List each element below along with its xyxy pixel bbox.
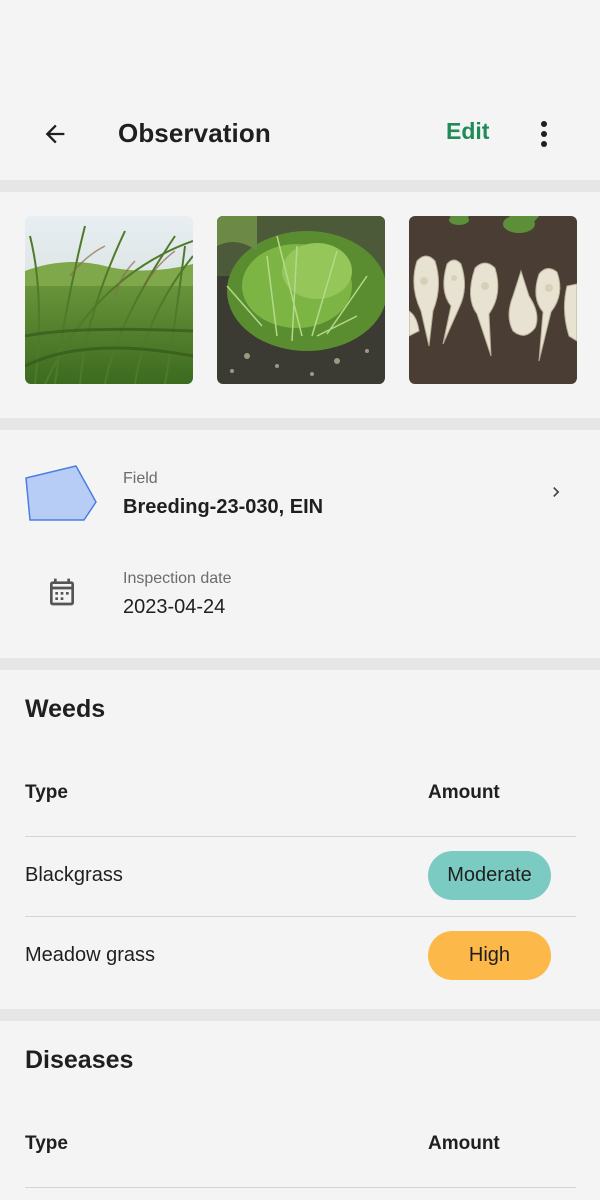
back-button[interactable] [30, 114, 80, 154]
calendar-icon [50, 578, 74, 606]
weeds-type-header: Type [25, 782, 68, 803]
weed-type-meadow-grass: Meadow grass [25, 944, 156, 966]
photo-strip [0, 192, 600, 418]
photo-thumbnail-3[interactable] [409, 216, 577, 384]
field-info-section: Field Breeding-23-030, EIN Inspection da… [0, 430, 600, 658]
amount-badge-moderate[interactable]: Moderate [428, 851, 551, 900]
weeds-section: Weeds Type Amount Blackgrass Moderate Me… [0, 670, 600, 1009]
section-divider [0, 658, 600, 670]
field-row[interactable]: Field Breeding-23-030, EIN [0, 430, 600, 556]
section-divider [0, 1009, 600, 1021]
weeds-amount-header: Amount [428, 782, 500, 803]
chevron-right-icon [553, 487, 560, 497]
grass-tuft-photo [217, 216, 385, 384]
weeds-title: Weeds [25, 695, 106, 723]
row-divider [25, 836, 576, 837]
field-label: Field [123, 470, 158, 487]
section-divider [0, 180, 600, 192]
diseases-section: Diseases Type Amount [0, 1021, 600, 1200]
status-bar-area [0, 0, 600, 88]
section-divider [0, 418, 600, 430]
diseases-type-header: Type [25, 1133, 68, 1154]
inspection-date-value: 2023-04-24 [123, 596, 226, 618]
edit-button[interactable]: Edit [446, 118, 489, 145]
photo-thumbnail-2[interactable] [217, 216, 385, 384]
amount-badge-high[interactable]: High [428, 931, 551, 980]
top-app-bar: Observation Edit [0, 88, 600, 180]
diseases-title: Diseases [25, 1046, 134, 1074]
photo-thumbnail-1[interactable] [25, 216, 193, 384]
sugar-beet-photo [409, 216, 577, 384]
page-title: Observation [118, 118, 271, 148]
arrow-left-icon [45, 124, 65, 144]
weed-type-blackgrass: Blackgrass [25, 864, 123, 886]
more-vertical-icon [541, 121, 547, 147]
field-polygon-icon [25, 465, 97, 521]
row-divider [25, 916, 576, 917]
inspection-date-label: Inspection date [123, 570, 232, 587]
row-divider [25, 1187, 576, 1188]
observation-screen: Observation Edit Field Breeding-23-030, … [0, 0, 600, 1200]
more-options-button[interactable] [524, 114, 564, 154]
tall-grass-photo [25, 216, 193, 384]
field-value: Breeding-23-030, EIN [123, 496, 324, 518]
diseases-amount-header: Amount [428, 1133, 500, 1154]
